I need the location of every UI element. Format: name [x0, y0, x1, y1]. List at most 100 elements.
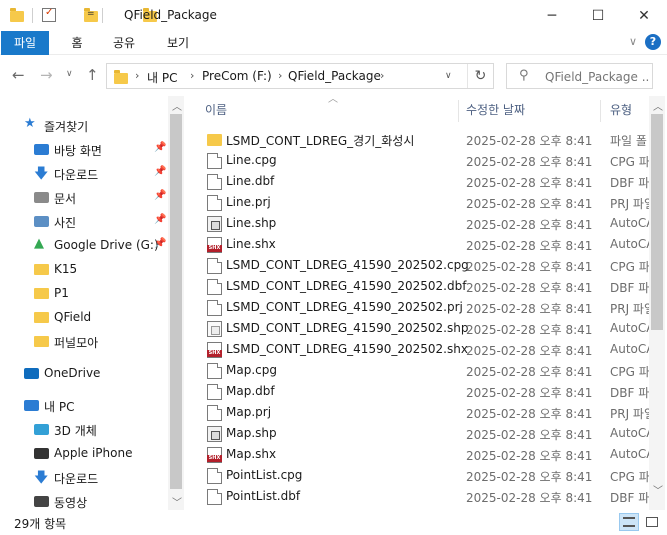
- file-type: CPG 파: [610, 470, 649, 484]
- file-date: 2025-02-28 오후 8:41: [466, 470, 593, 484]
- file-row[interactable]: LSMD_CONT_LDREG_경기_화성시 2025-02-28 오후 8:41…: [200, 129, 649, 150]
- nav-item-label: QField: [54, 310, 92, 324]
- nav-scrollbar-thumb[interactable]: [170, 114, 182, 489]
- nav-item[interactable]: 동영상: [0, 490, 168, 510]
- file-row[interactable]: PointList.cpg 2025-02-28 오후 8:41 CPG 파: [200, 465, 649, 486]
- pin-icon[interactable]: 📌: [154, 190, 166, 201]
- column-header-name[interactable]: 이름: [205, 96, 227, 124]
- nav-item-label: Apple iPhone: [54, 446, 133, 460]
- breadcrumb-folder[interactable]: QField_Package: [288, 69, 381, 83]
- nav-item[interactable]: 문서 📌: [0, 186, 168, 208]
- pin-icon[interactable]: 📌: [154, 238, 166, 249]
- file-row[interactable]: LSMD_CONT_LDREG_41590_202502.shx2025-02-…: [200, 339, 649, 360]
- pin-icon[interactable]: 📌: [154, 166, 166, 177]
- nav-item[interactable]: 내 PC: [0, 394, 168, 416]
- column-header-date[interactable]: 수정한 날짜: [466, 96, 525, 124]
- nav-item[interactable]: P1: [0, 282, 168, 304]
- file-row[interactable]: Map.shx 2025-02-28 오후 8:41 AutoCA: [200, 444, 649, 465]
- details-view-icon: [623, 517, 635, 527]
- breadcrumb-separator[interactable]: ›: [135, 69, 139, 82]
- properties-icon[interactable]: ✓: [42, 7, 56, 22]
- maximize-button[interactable]: ☐: [575, 0, 621, 31]
- scroll-up-icon[interactable]: ︿: [653, 98, 663, 113]
- file-row[interactable]: LSMD_CONT_LDREG_41590_202502.dbf 2025-02-…: [200, 276, 649, 297]
- nav-item[interactable]: K15: [0, 258, 168, 280]
- file-row[interactable]: PointList.dbf 2025-02-28 오후 8:41 DBF 파: [200, 486, 649, 507]
- documents-icon: [34, 192, 49, 203]
- scroll-down-icon[interactable]: ﹀: [653, 482, 663, 497]
- nav-item-label: 3D 개체: [54, 424, 97, 438]
- title-bar: ✓ = QField_Package ─ ☐ ✕: [0, 0, 667, 31]
- file-row[interactable]: LSMD_CONT_LDREG_41590_202502.prj 2025-02-…: [200, 297, 649, 318]
- scroll-up-icon[interactable]: ︿: [172, 98, 182, 113]
- nav-item[interactable]: 3D 개체: [0, 418, 168, 440]
- help-icon[interactable]: ?: [645, 34, 661, 50]
- nav-item[interactable]: 사진 📌: [0, 210, 168, 232]
- tab-home[interactable]: 홈: [62, 31, 92, 55]
- pin-icon[interactable]: 📌: [154, 142, 166, 153]
- column-header-type[interactable]: 유형: [610, 96, 632, 124]
- scroll-down-icon[interactable]: ﹀: [172, 494, 182, 509]
- nav-item[interactable]: ★ 즐겨찾기: [0, 114, 168, 136]
- nav-item[interactable]: 🡇 다운로드 📌: [0, 162, 168, 184]
- nav-item[interactable]: 바탕 화면 📌: [0, 138, 168, 160]
- expand-ribbon-icon[interactable]: ∨: [629, 35, 637, 48]
- file-row[interactable]: LSMD_CONT_LDREG_41590_202502.cpg 2025-02-…: [200, 255, 649, 276]
- search-box[interactable]: ⚲: [506, 63, 653, 89]
- pin-icon[interactable]: 📌: [154, 214, 166, 225]
- folder-icon: [34, 288, 49, 299]
- forward-arrow-icon[interactable]: →: [40, 66, 53, 84]
- nav-item-label: Google Drive (G:): [54, 238, 159, 252]
- file-row[interactable]: Map.cpg 2025-02-28 오후 8:41 CPG 파: [200, 360, 649, 381]
- file-name: Map.dbf: [226, 384, 275, 398]
- recent-locations-icon[interactable]: ∨: [66, 69, 73, 79]
- file-icon: [207, 153, 222, 169]
- back-arrow-icon[interactable]: ←: [12, 66, 25, 84]
- breadcrumb-drive[interactable]: PreCom (F:): [202, 69, 272, 83]
- iphone-icon: [34, 448, 49, 459]
- file-row[interactable]: Line.cpg 2025-02-28 오후 8:41 CPG 파: [200, 150, 649, 171]
- file-date: 2025-02-28 오후 8:41: [466, 344, 593, 358]
- file-row[interactable]: Map.dbf 2025-02-28 오후 8:41 DBF 파: [200, 381, 649, 402]
- close-button[interactable]: ✕: [621, 0, 667, 31]
- file-list-scrollbar-thumb[interactable]: [651, 114, 663, 330]
- address-dropdown-icon[interactable]: ∨: [445, 71, 452, 81]
- nav-item[interactable]: 퍼널모아: [0, 330, 168, 352]
- breadcrumb-separator[interactable]: ›: [380, 69, 384, 82]
- search-input[interactable]: [545, 68, 649, 86]
- file-row[interactable]: LSMD_CONT_LDREG_41590_202502.shp 2025-02-…: [200, 318, 649, 339]
- tab-view[interactable]: 보기: [158, 31, 198, 55]
- file-row[interactable]: Line.shp 2025-02-28 오후 8:41 AutoCA: [200, 213, 649, 234]
- file-name: Line.shp: [226, 216, 277, 230]
- file-type: DBF 파: [610, 176, 649, 190]
- large-icons-view-button[interactable]: [642, 513, 662, 531]
- shx-file-icon: [207, 342, 222, 358]
- breadcrumb-pc[interactable]: 내 PC: [147, 69, 177, 86]
- breadcrumb-separator[interactable]: ›: [190, 69, 194, 82]
- nav-item[interactable]: 🡇 다운로드: [0, 466, 168, 488]
- nav-item[interactable]: ▲ Google Drive (G:) 📌: [0, 234, 168, 256]
- file-row[interactable]: Line.dbf 2025-02-28 오후 8:41 DBF 파: [200, 171, 649, 192]
- up-arrow-icon[interactable]: ↑: [86, 66, 99, 84]
- tab-share[interactable]: 공유: [104, 31, 144, 55]
- file-name: Map.shp: [226, 426, 277, 440]
- file-row[interactable]: Line.prj 2025-02-28 오후 8:41 PRJ 파일: [200, 192, 649, 213]
- details-view-button[interactable]: [619, 513, 639, 531]
- file-row[interactable]: Map.shp 2025-02-28 오후 8:41 AutoCA: [200, 423, 649, 444]
- folder-icon: [34, 312, 49, 323]
- file-icon: [207, 384, 222, 400]
- refresh-button[interactable]: ↻: [467, 64, 493, 88]
- quick-access-dropdown-icon[interactable]: =: [87, 9, 95, 19]
- minimize-button[interactable]: ─: [529, 0, 575, 31]
- address-bar[interactable]: › 내 PC › PreCom (F:) › QField_Package › …: [106, 63, 494, 89]
- file-row[interactable]: Line.shx 2025-02-28 오후 8:41 AutoCA: [200, 234, 649, 255]
- tab-file[interactable]: 파일: [1, 31, 49, 55]
- breadcrumb-separator[interactable]: ›: [278, 69, 282, 82]
- file-name: PointList.dbf: [226, 489, 301, 503]
- file-type: 파일 폴: [610, 134, 647, 148]
- file-date: 2025-02-28 오후 8:41: [466, 449, 593, 463]
- file-row[interactable]: Map.prj 2025-02-28 오후 8:41 PRJ 파일: [200, 402, 649, 423]
- nav-item[interactable]: QField: [0, 306, 168, 328]
- nav-item[interactable]: Apple iPhone: [0, 442, 168, 464]
- nav-item[interactable]: OneDrive: [0, 362, 168, 384]
